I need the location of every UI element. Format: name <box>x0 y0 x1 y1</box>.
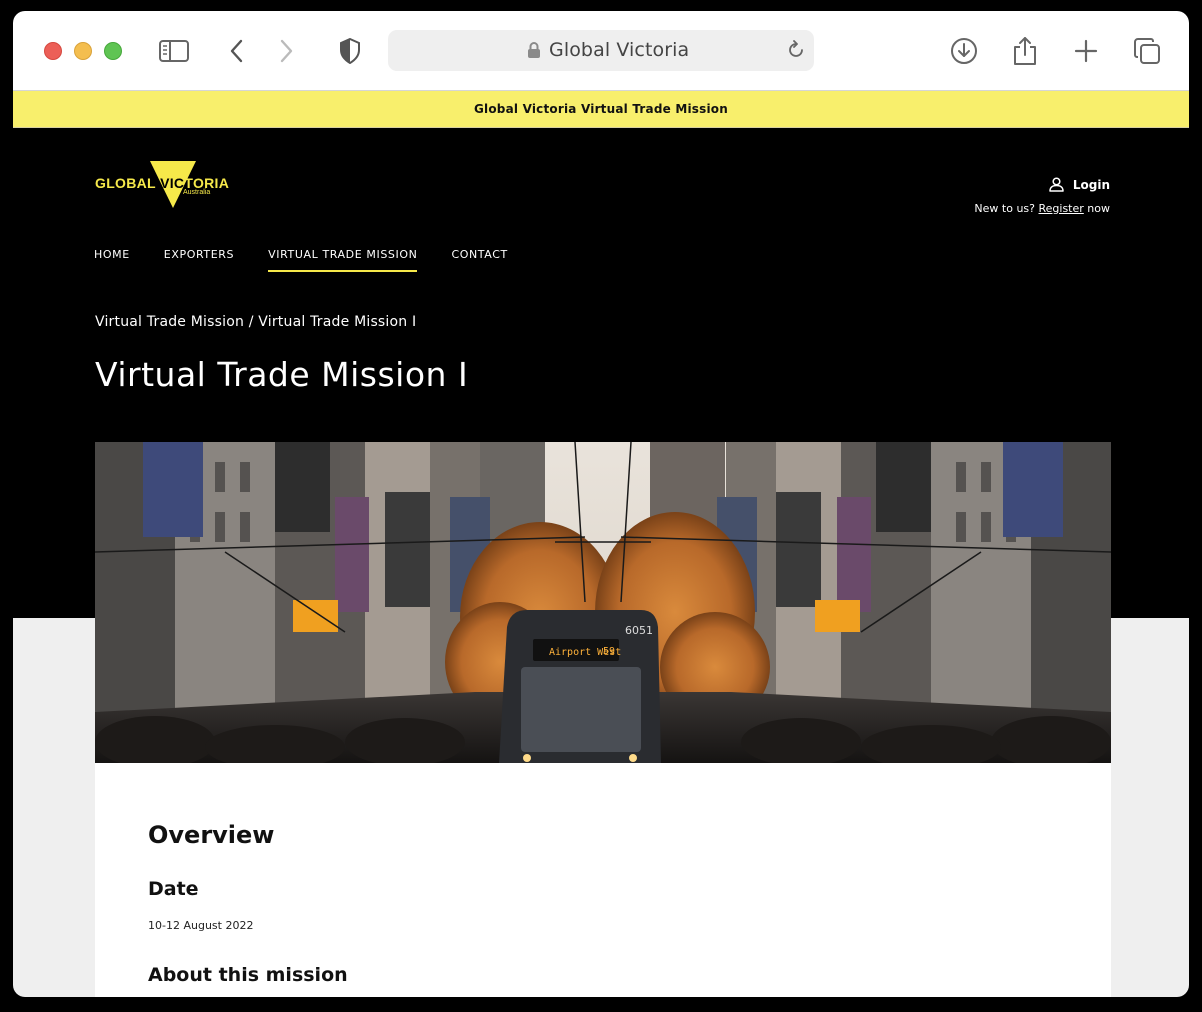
zoom-window-button[interactable] <box>104 42 122 60</box>
chevron-right-icon[interactable] <box>270 35 302 67</box>
register-link[interactable]: Register <box>1039 202 1084 215</box>
nav-item-virtual-trade-mission[interactable]: VIRTUAL TRADE MISSION <box>268 248 418 272</box>
tabs-overview-icon[interactable] <box>1131 35 1163 67</box>
browser-window: Global Victoria Global Victoria Virtual … <box>13 11 1189 997</box>
address-text: Global Victoria <box>549 39 690 61</box>
user-icon <box>1049 177 1064 192</box>
hero-image: Airport West 59 6051 <box>95 442 1111 763</box>
nav-item-home[interactable]: HOME <box>94 248 130 272</box>
breadcrumb-separator: / <box>248 314 254 330</box>
nav-item-contact[interactable]: CONTACT <box>451 248 507 272</box>
date-value: 10-12 August 2022 <box>148 919 254 932</box>
breadcrumb-item-1[interactable]: Virtual Trade Mission <box>95 314 244 330</box>
tram-number: 6051 <box>625 624 653 637</box>
lock-icon <box>527 41 541 63</box>
announcement-bar[interactable]: Global Victoria Virtual Trade Mission <box>13 91 1189 128</box>
page-title: Virtual Trade Mission I <box>95 355 469 394</box>
logo-subtext: Australia <box>183 189 211 196</box>
close-window-button[interactable] <box>44 42 62 60</box>
address-bar[interactable]: Global Victoria <box>388 30 814 71</box>
tram-route: 59 <box>603 646 615 657</box>
global-victoria-logo[interactable]: GLOBAL VICTORIA Australia <box>95 161 235 209</box>
breadcrumb-item-2: Virtual Trade Mission I <box>258 314 417 330</box>
about-heading: About this mission <box>148 964 348 986</box>
nav-item-exporters[interactable]: EXPORTERS <box>164 248 234 272</box>
login-link[interactable]: Login <box>1049 177 1110 192</box>
download-icon[interactable] <box>948 35 980 67</box>
breadcrumb: Virtual Trade Mission / Virtual Trade Mi… <box>95 314 416 330</box>
content-card: Overview Date 10-12 August 2022 About th… <box>95 763 1111 997</box>
login-label: Login <box>1072 177 1110 192</box>
main-nav: HOME EXPORTERS VIRTUAL TRADE MISSION CON… <box>94 248 542 272</box>
sidebar-toggle-icon[interactable] <box>158 35 190 67</box>
minimize-window-button[interactable] <box>74 42 92 60</box>
tram: Airport West 59 6051 <box>499 610 661 763</box>
date-heading: Date <box>148 878 199 900</box>
site-page: GLOBAL VICTORIA Australia Login New to u… <box>13 128 1189 997</box>
share-icon[interactable] <box>1009 35 1041 67</box>
chevron-left-icon[interactable] <box>221 35 253 67</box>
shield-icon[interactable] <box>334 35 366 67</box>
reload-icon[interactable] <box>786 40 806 64</box>
overview-heading: Overview <box>148 821 275 849</box>
register-prompt: New to us? Register now <box>974 202 1110 215</box>
browser-toolbar: Global Victoria <box>13 11 1189 91</box>
announcement-text: Global Victoria Virtual Trade Mission <box>474 102 728 116</box>
plus-icon[interactable] <box>1070 35 1102 67</box>
